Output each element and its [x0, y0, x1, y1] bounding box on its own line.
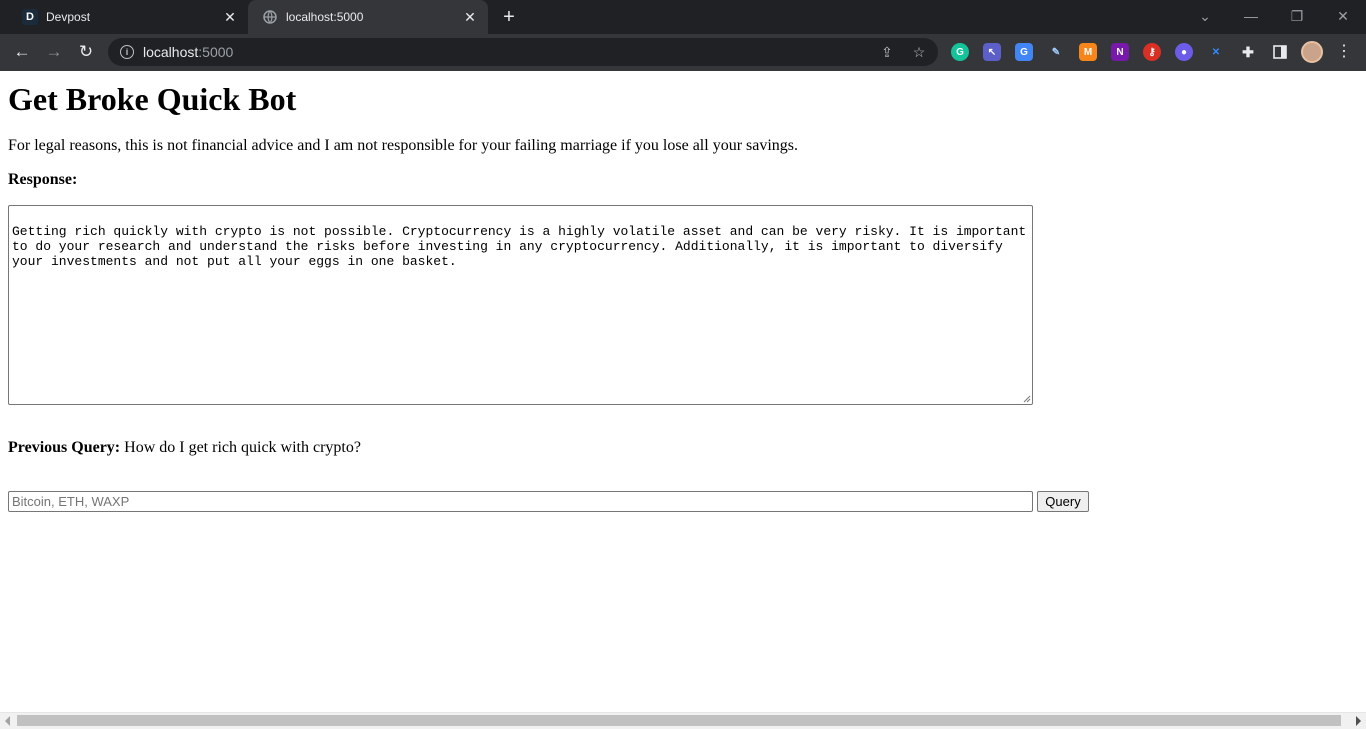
- pen-extension-icon[interactable]: ✎: [1047, 43, 1065, 61]
- address-bar[interactable]: i localhost:5000 ⇪ ☆: [108, 38, 938, 66]
- onenote-icon[interactable]: N: [1111, 43, 1129, 61]
- tab-title: Devpost: [46, 10, 91, 24]
- extensions-puzzle-icon[interactable]: ✚: [1239, 43, 1257, 61]
- new-tab-button[interactable]: +: [498, 7, 520, 27]
- close-window-icon[interactable]: ✕: [1332, 6, 1354, 26]
- previous-query-value: How do I get rich quick with crypto?: [124, 439, 361, 456]
- restore-window-icon[interactable]: ❐: [1286, 6, 1308, 26]
- horizontal-scrollbar[interactable]: [0, 712, 1366, 729]
- bookmark-star-icon[interactable]: ☆: [910, 43, 928, 61]
- browser-toolbar: ← → ↻ i localhost:5000 ⇪ ☆ G ↖ G ✎ M N ⚷…: [0, 34, 1366, 71]
- resize-grip-icon[interactable]: [1021, 393, 1031, 403]
- grammarly-icon[interactable]: G: [951, 43, 969, 61]
- google-translate-icon[interactable]: G: [1015, 43, 1033, 61]
- response-label: Response:: [8, 171, 78, 188]
- page-content: Get Broke Quick Bot For legal reasons, t…: [0, 71, 1366, 712]
- scroll-right-arrow-icon[interactable]: [1356, 716, 1361, 726]
- chat-bot-icon[interactable]: ●: [1175, 43, 1193, 61]
- profile-avatar[interactable]: [1301, 41, 1323, 63]
- query-input[interactable]: [8, 491, 1033, 512]
- cursor-extension-icon[interactable]: ↖: [983, 43, 1001, 61]
- globe-icon: [262, 9, 278, 25]
- share-icon[interactable]: ⇪: [878, 43, 896, 61]
- page-title: Get Broke Quick Bot: [8, 81, 297, 117]
- forward-arrow-icon[interactable]: →: [42, 40, 66, 64]
- devpost-favicon-icon: D: [22, 9, 38, 25]
- tab-strip: D Devpost ✕ localhost:5000 ✕ + ⌄ — ❐ ✕: [0, 0, 1366, 34]
- tab-devpost[interactable]: D Devpost ✕: [8, 0, 248, 34]
- site-info-icon[interactable]: i: [120, 45, 134, 59]
- url-port: :5000: [198, 44, 234, 60]
- previous-query: Previous Query: How do I get rich quick …: [8, 439, 361, 457]
- tab-search-chevron-icon[interactable]: ⌄: [1194, 6, 1216, 26]
- tab-localhost[interactable]: localhost:5000 ✕: [248, 0, 488, 34]
- vscode-extension-icon[interactable]: ✕: [1207, 43, 1225, 61]
- close-tab-icon[interactable]: ✕: [462, 9, 478, 25]
- disclaimer-text: For legal reasons, this is not financial…: [8, 137, 799, 154]
- query-button[interactable]: Query: [1037, 491, 1089, 512]
- minimize-window-icon[interactable]: —: [1240, 6, 1262, 26]
- key-extension-icon[interactable]: ⚷: [1143, 43, 1161, 61]
- response-textarea[interactable]: Getting rich quickly with crypto is not …: [8, 205, 1033, 405]
- side-panel-icon[interactable]: [1271, 43, 1289, 61]
- scrollbar-thumb[interactable]: [17, 715, 1341, 726]
- tab-title: localhost:5000: [286, 10, 364, 24]
- scroll-left-arrow-icon[interactable]: [5, 716, 10, 726]
- back-arrow-icon[interactable]: ←: [10, 40, 34, 64]
- browser-menu-icon[interactable]: ⋮: [1336, 40, 1352, 64]
- metamask-icon[interactable]: M: [1079, 43, 1097, 61]
- previous-query-label: Previous Query:: [8, 439, 121, 456]
- url-host: localhost: [143, 44, 199, 60]
- close-tab-icon[interactable]: ✕: [222, 9, 238, 25]
- reload-icon[interactable]: ↻: [74, 40, 98, 64]
